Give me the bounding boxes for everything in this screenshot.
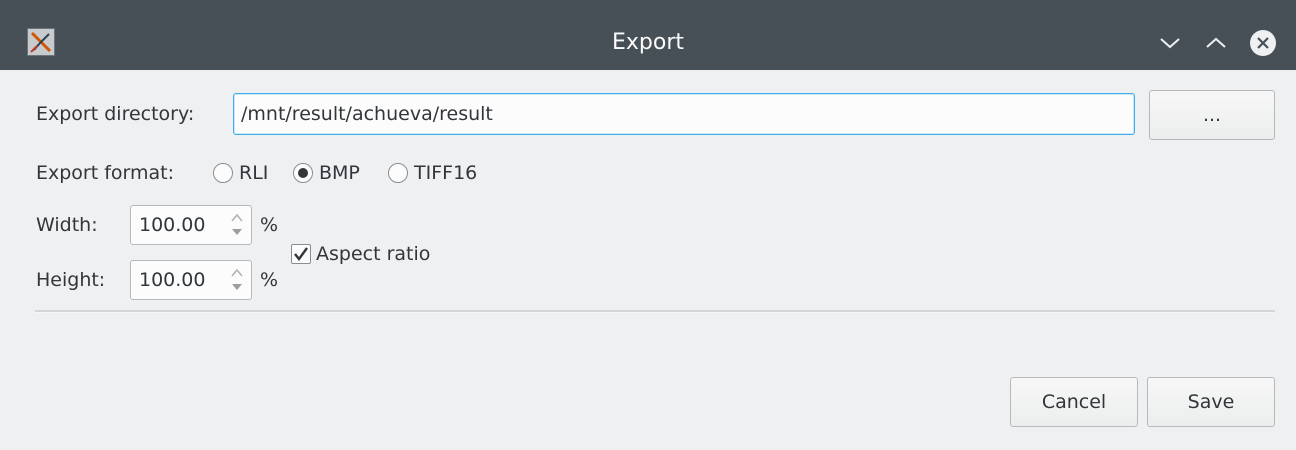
radio-tiff16[interactable] xyxy=(388,163,408,183)
radio-bmp[interactable] xyxy=(293,163,313,183)
export-directory-label: Export directory: xyxy=(36,103,195,125)
radio-rli-label[interactable]: RLI xyxy=(239,161,268,185)
height-stepper-arrows-icon[interactable] xyxy=(227,264,247,296)
browse-button[interactable]: ... xyxy=(1149,90,1275,140)
close-button[interactable] xyxy=(1248,28,1278,58)
width-label: Width: xyxy=(36,214,98,236)
export-dialog: Export Export directory: ... Export form… xyxy=(0,0,1296,450)
aspect-ratio-label[interactable]: Aspect ratio xyxy=(316,242,430,266)
export-directory-input[interactable] xyxy=(233,93,1135,135)
maximize-button[interactable] xyxy=(1201,28,1231,58)
radio-tiff16-label[interactable]: TIFF16 xyxy=(414,161,477,185)
height-value[interactable]: 100.00 xyxy=(139,268,205,292)
aspect-ratio-checkbox[interactable] xyxy=(291,244,311,264)
width-unit: % xyxy=(260,214,279,236)
width-value[interactable]: 100.00 xyxy=(139,213,205,237)
height-label: Height: xyxy=(36,269,106,291)
cancel-button[interactable]: Cancel xyxy=(1010,377,1138,427)
save-button[interactable]: Save xyxy=(1147,377,1275,427)
dialog-body: Export directory: ... Export format: RLI… xyxy=(10,70,1286,450)
window-title: Export xyxy=(611,30,684,55)
width-spinbox[interactable]: 100.00 xyxy=(130,205,252,245)
radio-bmp-label[interactable]: BMP xyxy=(319,161,360,185)
separator-line xyxy=(35,310,1275,313)
export-format-label: Export format: xyxy=(36,162,175,184)
radio-rli[interactable] xyxy=(213,163,233,183)
title-bar[interactable]: Export xyxy=(0,0,1296,70)
minimize-icon xyxy=(1160,38,1180,49)
width-stepper-arrows-icon[interactable] xyxy=(227,209,247,241)
height-spinbox[interactable]: 100.00 xyxy=(130,260,252,300)
height-unit: % xyxy=(260,269,279,291)
checkmark-icon xyxy=(294,247,308,261)
maximize-icon xyxy=(1206,37,1226,48)
close-icon xyxy=(1250,30,1276,56)
minimize-button[interactable] xyxy=(1155,28,1185,58)
